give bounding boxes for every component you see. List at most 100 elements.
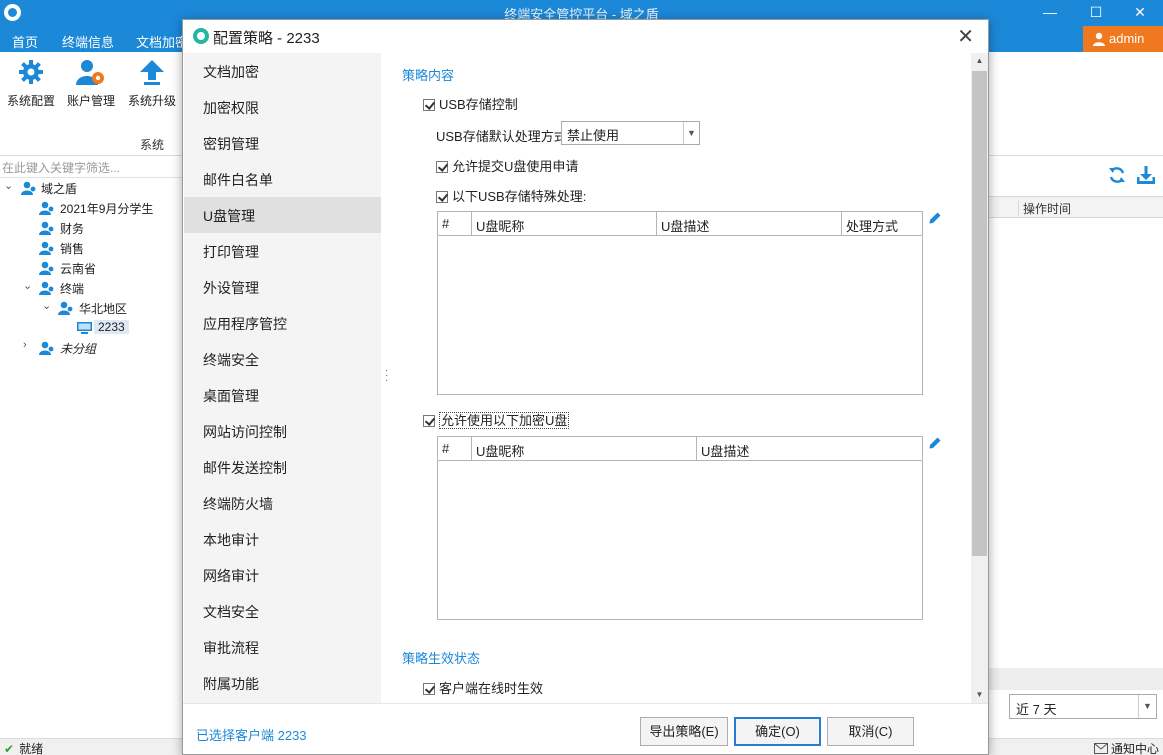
nav-local-audit[interactable]: 本地审计 [184, 521, 381, 557]
scroll-up-icon[interactable]: ▲ [971, 53, 988, 69]
special-handling-checkbox[interactable]: 以下USB存储特殊处理: [436, 186, 586, 205]
cancel-button[interactable]: 取消(C) [827, 717, 914, 746]
column-index[interactable]: # [438, 437, 471, 461]
chevron-down-icon[interactable]: ⌄ [23, 279, 35, 292]
dialog-logo-icon [193, 28, 209, 44]
operation-time-column[interactable]: 操作时间 [1018, 200, 1071, 216]
table-header: # U盘昵称 U盘描述 处理方式 [438, 212, 922, 236]
column-usb-description[interactable]: U盘描述 [656, 212, 841, 236]
nav-approval-flow[interactable]: 审批流程 [184, 629, 381, 665]
nav-extra-features[interactable]: 附属功能 [184, 665, 381, 701]
nav-network-audit[interactable]: 网络审计 [184, 557, 381, 593]
dialog-title: 配置策略 - 2233 [213, 30, 320, 47]
dialog-titlebar: 配置策略 - 2233 ✕ [183, 20, 988, 52]
allow-encrypted-checkbox[interactable]: 允许使用以下加密U盘 [423, 410, 570, 429]
notification-center[interactable]: 通知中心 [1093, 740, 1159, 755]
allow-request-checkbox[interactable]: 允许提交U盘使用申请 [436, 156, 578, 175]
column-index[interactable]: # [438, 212, 471, 236]
nav-mail-send-control[interactable]: 邮件发送控制 [184, 449, 381, 485]
policy-content: 策略内容 USB存储控制 USB存储默认处理方式 禁止使用 ▼ 允许提交U盘使用… [381, 53, 971, 703]
admin-user-menu[interactable]: admin [1083, 26, 1163, 52]
group-icon [21, 181, 36, 195]
default-mode-select[interactable]: 禁止使用 ▼ [561, 121, 700, 145]
gear-icon [19, 60, 43, 84]
nav-desktop-management[interactable]: 桌面管理 [184, 377, 381, 413]
scrollbar-thumb[interactable] [972, 71, 987, 556]
tree-node-label: 未分组 [60, 342, 97, 356]
checkbox-checked[interactable] [423, 99, 435, 111]
usb-control-label: USB存储控制 [439, 97, 518, 112]
group-icon [39, 341, 54, 355]
nav-website-control[interactable]: 网站访问控制 [184, 413, 381, 449]
nav-usb-management[interactable]: U盘管理 [184, 197, 381, 233]
nav-key-management[interactable]: 密钥管理 [184, 125, 381, 161]
status-ready: ✔ 就绪 [4, 740, 43, 755]
dialog-close-button[interactable]: ✕ [957, 24, 974, 49]
menu-doc-encryption[interactable]: 文档加密 [136, 32, 188, 51]
pencil-edit-icon[interactable] [928, 436, 942, 450]
tree-node-label: 云南省 [60, 262, 97, 276]
encrypted-usb-table[interactable]: # U盘昵称 U盘描述 [437, 436, 923, 620]
ok-button[interactable]: 确定(O) [734, 717, 821, 746]
user-icon [1093, 32, 1105, 46]
account-management-button[interactable]: 账户管理 [60, 58, 122, 109]
online-effect-label: 客户端在线时生效 [439, 681, 544, 696]
system-config-button[interactable]: 系统配置 [0, 58, 62, 109]
usb-control-checkbox[interactable]: USB存储控制 [423, 94, 518, 113]
column-handling-mode[interactable]: 处理方式 [841, 212, 922, 236]
menu-terminal-info[interactable]: 终端信息 [62, 32, 114, 51]
system-upgrade-button[interactable]: 系统升级 [121, 58, 183, 109]
dialog-footer: 已选择客户端 2233 导出策略(E) 确定(O) 取消(C) [183, 703, 988, 754]
nav-terminal-security[interactable]: 终端安全 [184, 341, 381, 377]
dropdown-arrow-icon[interactable]: ▼ [683, 122, 699, 144]
status-ready-text: 就绪 [19, 742, 44, 755]
allow-request-label: 允许提交U盘使用申请 [452, 159, 579, 174]
nav-doc-encryption[interactable]: 文档加密 [184, 53, 381, 89]
nav-mail-whitelist[interactable]: 邮件白名单 [184, 161, 381, 197]
tree-filter-input[interactable]: 在此键入关键字筛选... [0, 156, 182, 178]
nav-encryption-permission[interactable]: 加密权限 [184, 89, 381, 125]
special-handling-label: 以下USB存储特殊处理: [452, 189, 587, 204]
right-pane-footer [988, 668, 1163, 690]
scroll-down-icon[interactable]: ▼ [971, 687, 988, 703]
nav-doc-security[interactable]: 文档安全 [184, 593, 381, 629]
dropdown-arrow-icon[interactable]: ▼ [1138, 695, 1156, 718]
chevron-down-icon[interactable]: ⌄ [42, 299, 54, 312]
usb-special-table[interactable]: # U盘昵称 U盘描述 处理方式 [437, 211, 923, 395]
checkbox-checked[interactable] [423, 683, 435, 695]
time-range-select[interactable]: 近 7 天 ▼ [1009, 694, 1157, 719]
policy-nav: 文档加密 加密权限 密钥管理 邮件白名单 U盘管理 打印管理 外设管理 应用程序… [184, 53, 381, 703]
chevron-right-icon[interactable]: › [23, 339, 35, 351]
online-effect-checkbox[interactable]: 客户端在线时生效 [423, 678, 543, 697]
minimize-button[interactable]: — [1027, 0, 1073, 26]
user-settings-icon [76, 60, 104, 85]
menu-home[interactable]: 首页 [12, 32, 38, 51]
nav-firewall[interactable]: 终端防火墙 [184, 485, 381, 521]
section-effect-title: 策略生效状态 [402, 651, 481, 666]
nav-peripheral-management[interactable]: 外设管理 [184, 269, 381, 305]
export-policy-button[interactable]: 导出策略(E) [640, 717, 728, 746]
group-icon [58, 301, 73, 315]
tree-node-label: 终端 [60, 282, 85, 296]
refresh-icon[interactable] [1108, 166, 1126, 184]
checkbox-checked[interactable] [423, 415, 435, 427]
selected-client-text: 已选择客户端 2233 [196, 728, 307, 743]
download-icon[interactable] [1137, 166, 1155, 184]
tree-node-label: 华北地区 [79, 302, 128, 316]
nav-app-control[interactable]: 应用程序管控 [184, 305, 381, 341]
default-mode-value: 禁止使用 [567, 128, 620, 143]
content-scrollbar[interactable]: ▲ ▼ [971, 53, 988, 703]
checkbox-checked[interactable] [436, 191, 448, 203]
column-usb-nickname[interactable]: U盘昵称 [471, 212, 656, 236]
chevron-down-icon[interactable]: ⌄ [4, 179, 16, 192]
nav-print-management[interactable]: 打印管理 [184, 233, 381, 269]
mail-icon [1093, 743, 1108, 754]
tree-node-label: 财务 [60, 222, 85, 236]
checkbox-checked[interactable] [436, 161, 448, 173]
pencil-edit-icon[interactable] [928, 211, 942, 225]
close-window-button[interactable]: ✕ [1117, 0, 1163, 26]
group-icon [39, 201, 54, 215]
maximize-button[interactable]: ☐ [1073, 0, 1119, 26]
column-usb-description[interactable]: U盘描述 [696, 437, 922, 461]
column-usb-nickname[interactable]: U盘昵称 [471, 437, 696, 461]
